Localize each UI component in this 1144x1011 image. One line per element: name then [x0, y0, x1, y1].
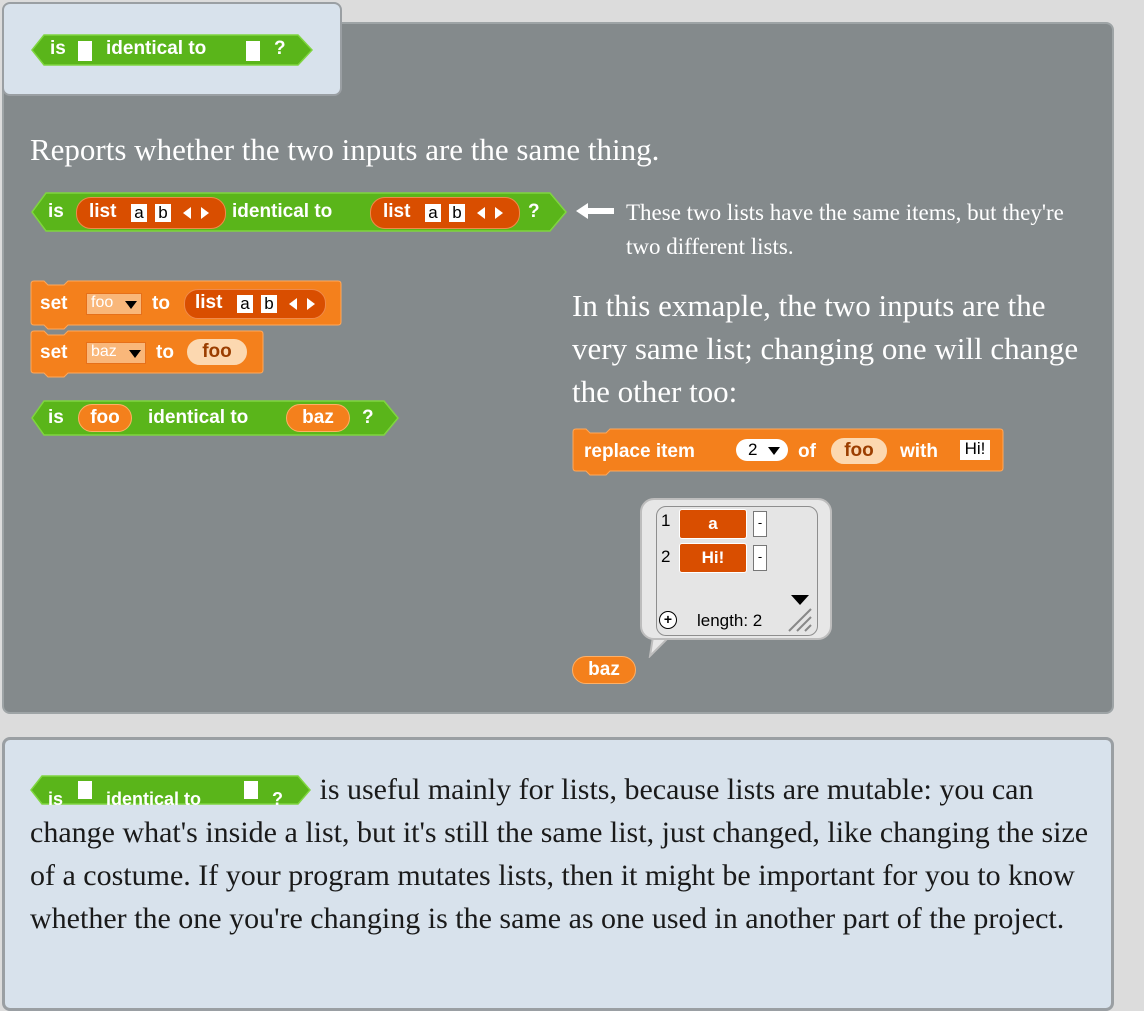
dropdown-value: foo	[91, 294, 114, 311]
block-label-is: is	[48, 201, 64, 222]
with-label: with	[900, 441, 938, 462]
list-label: list	[89, 201, 117, 222]
list-slot-b[interactable]: b	[261, 295, 277, 313]
index-value: 2	[748, 440, 758, 459]
list-item-minus-2[interactable]: -	[753, 545, 767, 571]
identical-to-block-vars[interactable]: is foo identical to baz ?	[30, 400, 400, 436]
left-arrow-icon	[576, 203, 614, 219]
block-label-is: is	[48, 407, 64, 428]
variable-dropdown-baz[interactable]: baz	[86, 342, 146, 364]
block-description: Reports whether the two inputs are the s…	[30, 132, 660, 167]
empty-slot-left[interactable]	[78, 781, 92, 799]
list-item-2[interactable]: Hi!	[679, 543, 747, 573]
value-slot[interactable]: Hi!	[960, 440, 990, 460]
identical-to-block-lists[interactable]: is list a b identical to list a b ?	[30, 192, 568, 232]
set-block-foo[interactable]: set foo to list a b	[30, 280, 342, 330]
list-label: list	[195, 292, 223, 313]
block-label-identical: identical to	[106, 38, 207, 59]
arrows-icon[interactable]	[477, 206, 503, 220]
arrows-icon[interactable]	[289, 297, 315, 311]
list-index-1: 1	[661, 511, 671, 530]
inline-identical-block[interactable]: is identical to ?	[30, 775, 312, 809]
bottom-explanation: is identical to ? is useful mainly for l…	[30, 768, 1090, 940]
variable-reporter-foo[interactable]: foo	[830, 437, 888, 465]
dropdown-value: baz	[91, 343, 117, 360]
list-label: list	[383, 201, 411, 222]
block-label-q: ?	[362, 407, 374, 428]
block-label-is: is	[48, 789, 64, 809]
list-slot-a[interactable]: a	[237, 295, 253, 313]
block-label-identical: identical to	[106, 789, 202, 809]
list-length: length: 2	[697, 611, 763, 630]
example-paragraph: In this exmaple, the two inputs are the …	[572, 288, 1079, 409]
dropdown-arrow-icon	[129, 350, 141, 358]
dropdown-arrow-icon	[125, 301, 137, 309]
dropdown-arrow-icon	[768, 447, 780, 455]
block-label-is: is	[50, 38, 66, 59]
to-label: to	[156, 342, 174, 363]
variable-reporter-baz[interactable]: baz	[572, 656, 636, 684]
list-slot-a[interactable]: a	[425, 204, 441, 222]
variable-reporter-baz[interactable]: baz	[286, 404, 350, 432]
note-text: These two lists have the same items, but…	[626, 200, 1064, 259]
list-reporter-left[interactable]: list a b	[76, 197, 226, 229]
list-index-2: 2	[661, 547, 671, 566]
arrows-icon[interactable]	[183, 206, 209, 220]
to-label: to	[152, 293, 170, 314]
block-label-q: ?	[272, 789, 283, 809]
index-dropdown[interactable]: 2	[736, 439, 788, 461]
block-label-q: ?	[274, 38, 286, 59]
variable-reporter-foo[interactable]: foo	[186, 338, 248, 366]
list-slot-a[interactable]: a	[131, 204, 147, 222]
list-reporter[interactable]: list a b	[184, 289, 326, 319]
list-slot-b[interactable]: b	[449, 204, 465, 222]
resize-handle-icon[interactable]	[787, 607, 813, 633]
empty-slot-right[interactable]	[244, 781, 258, 799]
scroll-down-arrow-icon[interactable]	[791, 595, 809, 605]
block-label-q: ?	[528, 201, 540, 222]
block-label-identical: identical to	[148, 407, 249, 428]
replace-item-block[interactable]: replace item 2 of foo with Hi!	[572, 428, 1004, 476]
variable-dropdown-foo[interactable]: foo	[86, 293, 142, 315]
variable-reporter-foo[interactable]: foo	[78, 404, 132, 432]
identical-to-block-header[interactable]: is identical to ?	[30, 34, 314, 66]
set-block-baz[interactable]: set baz to foo	[30, 330, 264, 378]
block-label-identical: identical to	[232, 201, 333, 222]
replace-item-label: replace item	[584, 441, 695, 462]
add-item-plus-icon[interactable]: +	[659, 611, 677, 629]
set-label: set	[40, 293, 68, 314]
list-reporter-right[interactable]: list a b	[370, 197, 520, 229]
of-label: of	[798, 441, 816, 462]
list-item-minus-1[interactable]: -	[753, 511, 767, 537]
empty-slot-right[interactable]	[246, 41, 260, 61]
list-watcher[interactable]: 1 a - 2 Hi! - + length: 2	[656, 506, 818, 636]
list-slot-b[interactable]: b	[155, 204, 171, 222]
set-label: set	[40, 342, 68, 363]
empty-slot-left[interactable]	[78, 41, 92, 61]
list-item-1[interactable]: a	[679, 509, 747, 539]
